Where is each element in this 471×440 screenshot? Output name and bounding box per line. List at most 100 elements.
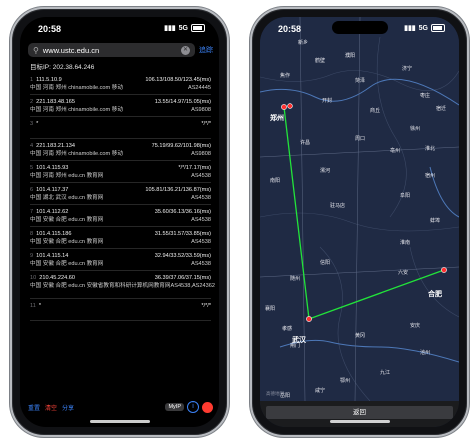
city-label: 孝感	[282, 326, 293, 332]
hop-row[interactable]: 11 * */*/*	[30, 299, 211, 321]
trace-button[interactable]: 追踪	[199, 45, 213, 55]
city-label: 随州	[290, 276, 301, 282]
route-city-label: 武汉	[292, 337, 306, 344]
hop-ip: *	[38, 303, 41, 309]
hop-number: 11	[30, 303, 36, 309]
return-button[interactable]: 返回	[266, 406, 453, 419]
hop-number: 5	[30, 165, 34, 171]
hop-row[interactable]: 6 101.4.117.37 105.81/136.21/136.87(ms) 中国 …	[30, 183, 211, 205]
clear-icon[interactable]: ✕	[181, 45, 190, 55]
status-icons: ▮▮▮ 5G	[164, 24, 205, 32]
hop-marker[interactable]	[287, 103, 293, 109]
dynamic-island	[331, 21, 388, 34]
hop-rtt: 75.19/99.62/101.98(ms)	[151, 143, 211, 149]
hop-marker[interactable]	[441, 267, 447, 273]
hop-number: 1	[30, 77, 34, 83]
hop-location: 中国 安徽 合肥 edu.cn 教育网	[30, 261, 104, 267]
hop-row[interactable]: 4 221.183.21.134 75.19/99.62/101.98(ms) 中国 …	[30, 139, 211, 161]
hop-asn: AS4538	[191, 239, 211, 245]
home-indicator	[329, 420, 390, 423]
hop-rtt: */*/17.17(ms)	[178, 165, 211, 171]
map-brand: 高德地图	[266, 391, 284, 396]
city-label: 淮北	[425, 146, 436, 152]
hop-number: 9	[30, 253, 34, 259]
hop-asn: AS4538	[191, 217, 211, 223]
city-label: 咸宁	[315, 388, 326, 394]
info-icon[interactable]: i	[187, 401, 199, 413]
hop-location: 中国 河南 郑州 chinamobile.com 移动	[30, 107, 123, 113]
city-label: 九江	[380, 370, 391, 376]
hop-location: 中国 河南 郑州 edu.cn 教育网	[30, 173, 104, 179]
hop-line-1: 8 101.4.115.186 31.55/31.57/33.85(ms)	[30, 230, 211, 238]
clear-button[interactable]: 清空	[45, 403, 57, 412]
hop-ip: 221.183.48.165	[36, 99, 76, 105]
hop-number: 4	[30, 143, 34, 149]
hop-ip: 111.5.10.9	[36, 77, 62, 83]
hop-line-2: 中国 安徽 合肥 edu.cn 教育网 AS4538	[30, 238, 211, 246]
home-indicator	[89, 420, 150, 423]
hop-row[interactable]: 1 111.5.10.9 106.13/108.50/123.45(ms) 中国 河南…	[30, 73, 211, 95]
city-label: 鹤壁	[315, 58, 326, 64]
hop-row[interactable]: 8 101.4.115.186 31.55/31.57/33.85(ms) 中国 安徽…	[30, 227, 211, 249]
hop-rtt: 36.39/37.06/37.15(ms)	[154, 275, 211, 281]
network-type: 5G	[418, 24, 428, 32]
city-label: 宿迁	[436, 106, 447, 112]
hop-location: 中国 河南 郑州 chinamobile.com 移动	[30, 151, 123, 157]
hop-location: 中国 安徽 合肥 edu.cn 教育网	[30, 217, 104, 223]
city-label: 周口	[355, 136, 366, 142]
hop-line-1: 2 221.183.48.165 13.55/14.97/15.05(ms)	[30, 98, 211, 106]
status-bar: 20:58 ▮▮▮ 5G	[260, 17, 459, 39]
map-screen: 20:58 ▮▮▮ 5G 新乡 鹤壁 濮阳 焦作 菏泽 济宁 枣庄 开封 商丘 …	[260, 17, 459, 427]
url-bar: ⚲ www.ustc.edu.cn ✕ 追踪	[28, 42, 213, 58]
hop-asn: AS9808	[191, 107, 211, 113]
status-icons: ▮▮▮ 5G	[404, 24, 445, 32]
hop-location: 中国 安徽 合肥 edu.cn 安徽省教育和科研计算机网教育网	[30, 283, 171, 289]
hop-ip: 210.45.224.60	[39, 275, 76, 281]
city-label: 许昌	[300, 140, 311, 146]
traceroute-screen: 20:58 ▮▮▮ 5G ⚲ www.ustc.edu.cn ✕ 追踪 目标IP…	[20, 17, 219, 427]
url-input[interactable]: ⚲ www.ustc.edu.cn ✕	[28, 43, 195, 57]
right-phone: 20:58 ▮▮▮ 5G 新乡 鹤壁 濮阳 焦作 菏泽 济宁 枣庄 开封 商丘 …	[250, 7, 469, 437]
hop-line-2: 中国 河南 郑州 chinamobile.com 移动 AS9808	[30, 106, 211, 114]
hop-row[interactable]: 3 * */*/*	[30, 117, 211, 139]
hop-line-1: 9 101.4.115.14 32.94/33.52/33.59(ms)	[30, 252, 211, 260]
share-button[interactable]: 分享	[62, 403, 74, 412]
hop-rtt: 35.60/36.13/36.16(ms)	[154, 209, 211, 215]
hop-location: 中国 河南 郑州 chinamobile.com 移动	[30, 85, 123, 91]
myip-button[interactable]: MyIP	[165, 403, 184, 411]
hop-row[interactable]: 5 101.4.115.93 */*/17.17(ms) 中国 河南 郑州 edu.c…	[30, 161, 211, 183]
route-map[interactable]: 新乡 鹤壁 濮阳 焦作 菏泽 济宁 枣庄 开封 商丘 徐州 宿迁 许昌 周口 亳州 淮北 宿州 漯河 阜阳 蚌埠 南阳…	[260, 17, 459, 401]
hop-line-1: 1 111.5.10.9 106.13/108.50/123.45(ms)	[30, 76, 211, 84]
hop-rtt: 106.13/108.50/123.45(ms)	[145, 77, 211, 83]
hop-ip: 101.4.115.186	[36, 231, 72, 237]
hop-row[interactable]: 9 101.4.115.14 32.94/33.52/33.59(ms) 中国 安徽 …	[30, 249, 211, 271]
city-label: 南阳	[270, 178, 281, 184]
hop-line-1: 11 * */*/*	[30, 302, 211, 310]
city-label: 漯河	[320, 168, 331, 174]
city-label: 阜阳	[400, 193, 411, 199]
city-label: 菏泽	[355, 78, 366, 84]
city-label: 信阳	[320, 260, 331, 266]
hop-row[interactable]: 7 101.4.112.62 35.60/36.13/36.16(ms) 中国 安徽 …	[30, 205, 211, 227]
hop-marker[interactable]	[281, 104, 287, 110]
city-label: 襄阳	[265, 306, 276, 312]
reset-button[interactable]: 重置	[28, 403, 40, 412]
city-label: 开封	[322, 98, 333, 104]
city-label: 宿州	[425, 173, 436, 179]
status-time: 20:58	[38, 24, 62, 34]
hop-row[interactable]: 2 221.183.48.165 13.55/14.97/15.05(ms) 中国 河…	[30, 95, 211, 117]
status-time: 20:58	[278, 24, 302, 34]
hop-row[interactable]: 10 210.45.224.60 36.39/37.06/37.15(ms) 中国 安…	[30, 271, 215, 299]
hop-ip: 101.4.115.93	[36, 165, 69, 171]
hop-line-1: 5 101.4.115.93 */*/17.17(ms)	[30, 164, 211, 172]
city-label: 池州	[420, 350, 431, 356]
hop-rtt: 105.81/136.21/136.87(ms)	[145, 187, 211, 193]
hop-rtt: */*/*	[201, 121, 211, 127]
hop-marker[interactable]	[306, 316, 312, 322]
record-button[interactable]	[202, 401, 213, 413]
hop-number: 6	[30, 187, 34, 193]
target-ip: 目标IP: 202.38.64.246	[30, 64, 95, 71]
hop-rtt: 31.55/31.57/33.85(ms)	[154, 231, 211, 237]
city-label: 濮阳	[345, 53, 356, 59]
hop-line-1: 7 101.4.112.62 35.60/36.13/36.16(ms)	[30, 208, 211, 216]
